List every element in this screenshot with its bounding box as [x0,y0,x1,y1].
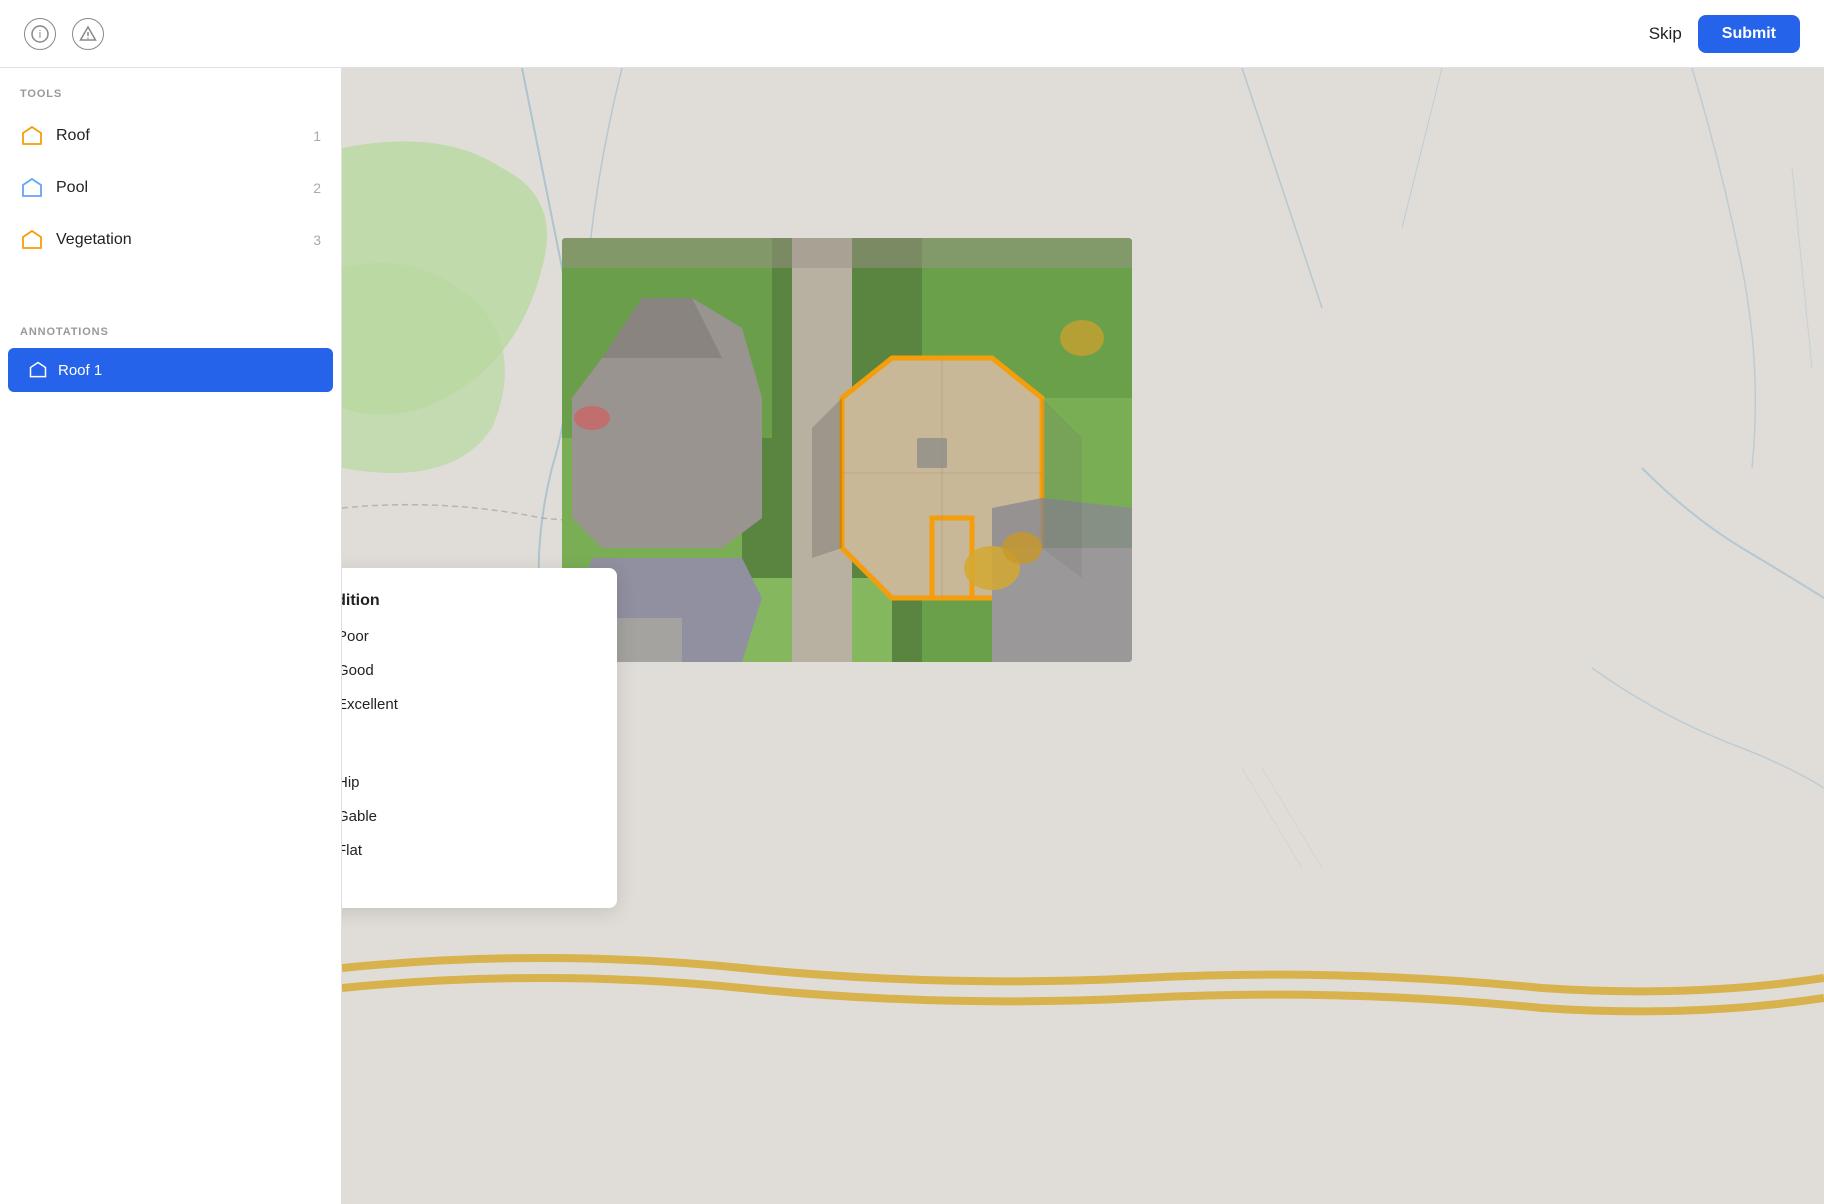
vegetation-icon [20,228,44,252]
type-hip-label: Hip [342,774,360,791]
alert-icon[interactable] [72,18,104,50]
type-flat-label: Flat [342,842,362,859]
sidebar-item-vegetation[interactable]: Vegetation 3 [0,214,341,266]
vegetation-number: 3 [313,232,321,248]
roof-number: 1 [313,128,321,144]
svg-text:i: i [39,29,41,41]
roof-icon [20,124,44,148]
submit-button[interactable]: Submit [1698,15,1800,53]
skip-button[interactable]: Skip [1649,24,1682,44]
condition-good[interactable]: Good [342,660,589,680]
condition-radio-group: Poor Good Excellent [342,626,589,714]
condition-excellent-label: Excellent [342,696,398,713]
header: i Skip Submit [0,0,1824,68]
type-flat[interactable]: Flat [342,840,589,860]
roof-label: Roof [56,127,90,145]
condition-poor-label: Poor [342,628,369,645]
annotation-roof1[interactable]: Roof 1 [8,348,333,392]
info-icon[interactable]: i [24,18,56,50]
vegetation-label: Vegetation [56,231,132,249]
condition-popup: Condition Poor Good Excellent Type [342,568,617,908]
condition-good-label: Good [342,662,374,679]
type-hip[interactable]: Hip [342,772,589,792]
condition-title: Condition [342,592,589,610]
aerial-image [562,238,1132,662]
pool-number: 2 [313,180,321,196]
sidebar-item-roof[interactable]: Roof 1 [0,110,341,162]
condition-excellent[interactable]: Excellent [342,694,589,714]
annotation-roof1-icon [28,360,48,380]
type-gable[interactable]: Gable [342,806,589,826]
type-title: Type [342,738,589,756]
condition-poor[interactable]: Poor [342,626,589,646]
header-right: Skip Submit [1649,15,1800,53]
aerial-photo [562,238,1132,662]
header-left: i [24,18,104,50]
pool-label: Pool [56,179,88,197]
annotations-section-label: ANNOTATIONS [0,306,341,348]
type-radio-group: Hip Gable Flat [342,772,589,860]
annotation-roof1-label: Roof 1 [58,362,102,379]
pool-icon [20,176,44,200]
sidebar-item-pool[interactable]: Pool 2 [0,162,341,214]
map-area[interactable]: Condition Poor Good Excellent Type [342,68,1824,1204]
sidebar: TOOLS Roof 1 Pool 2 Vegetation 3 [0,68,342,1204]
type-gable-label: Gable [342,808,377,825]
tools-section-label: TOOLS [0,68,341,110]
